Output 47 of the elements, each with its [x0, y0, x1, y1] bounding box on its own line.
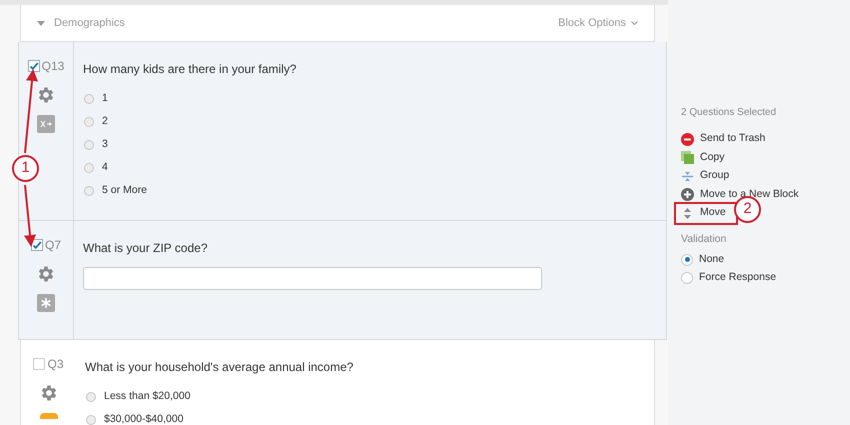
question-checkbox[interactable]: [28, 60, 40, 72]
radio-label: None: [699, 252, 724, 267]
radio-button[interactable]: [84, 116, 94, 126]
tag-icon[interactable]: [40, 413, 58, 419]
group-icon: [681, 170, 694, 183]
choice-label: Less than $20,000: [104, 388, 190, 404]
radio-button[interactable]: [84, 94, 94, 104]
display-logic-icon[interactable]: [37, 115, 55, 133]
question-checkbox[interactable]: [33, 358, 46, 370]
question-number: Q13: [42, 58, 64, 75]
radio-button[interactable]: [681, 272, 693, 284]
callout-badge: 2: [734, 196, 761, 223]
block-title: Demographics: [54, 16, 125, 31]
action-item[interactable]: Send to Trash: [681, 130, 766, 148]
choice-label: 4: [102, 160, 108, 175]
radio-label: Force Response: [699, 270, 776, 286]
action-item[interactable]: Move: [676, 204, 736, 222]
asterisk-icon[interactable]: [37, 294, 55, 312]
question-number: Q3: [47, 356, 64, 373]
copy-icon: [681, 151, 694, 164]
choice-label: 3: [102, 136, 108, 152]
question-text: What is your ZIP code?: [83, 240, 208, 257]
up-down-icon: [681, 206, 694, 220]
choice-label: 5 or More: [102, 182, 147, 198]
minus-circle-icon: [681, 132, 694, 146]
panel-heading: 2 Questions Selected: [681, 106, 778, 120]
plus-circle-icon: [681, 188, 694, 202]
question-text: What is your household's average annual income?: [85, 359, 354, 376]
question-text: How many kids are there in your family?: [83, 61, 298, 78]
radio-button[interactable]: [86, 414, 96, 424]
question-number: Q7: [44, 237, 61, 254]
radio-button[interactable]: [84, 186, 94, 196]
radio-button[interactable]: [681, 254, 693, 266]
chevron-icon: [631, 21, 638, 25]
choice-label: $30,000-$40,000: [104, 412, 184, 425]
choice-label: 2: [102, 114, 108, 129]
action-item[interactable]: Copy: [681, 148, 725, 167]
radio-button[interactable]: [86, 392, 96, 402]
gear-icon[interactable]: [36, 264, 56, 284]
caret-icon[interactable]: [37, 20, 45, 26]
radio-button[interactable]: [84, 162, 94, 172]
text-input-field[interactable]: [83, 266, 542, 290]
radio-button[interactable]: [84, 140, 94, 150]
validation-heading: Validation: [681, 232, 728, 246]
gear-icon[interactable]: [36, 85, 56, 105]
action-item[interactable]: Group: [681, 167, 730, 186]
choice-label: 1: [102, 90, 108, 106]
